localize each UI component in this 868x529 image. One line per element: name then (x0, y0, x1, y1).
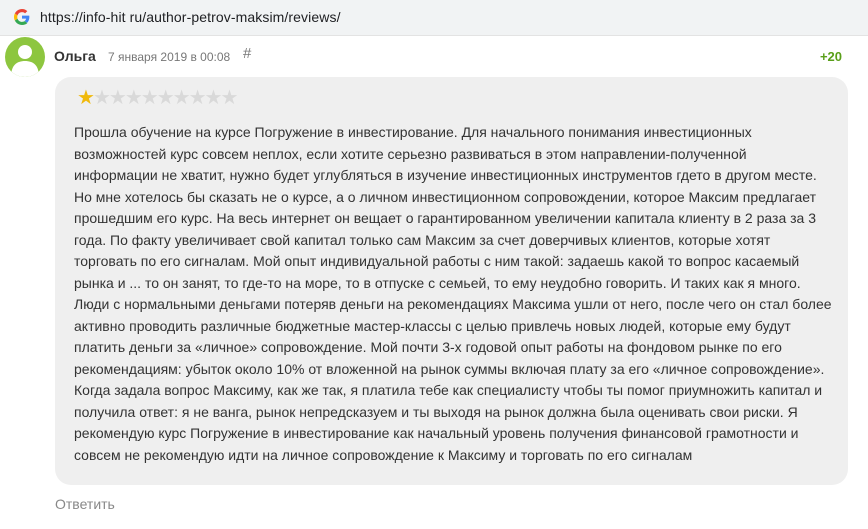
address-bar[interactable]: https://info-hit ru/author-petrov-maksim… (0, 0, 868, 36)
star-empty-icon: ★ (140, 87, 159, 109)
avatar (5, 37, 45, 77)
star-empty-icon: ★ (108, 87, 127, 109)
reply-link[interactable]: Ответить (55, 496, 115, 512)
google-g-icon (14, 9, 30, 25)
comment-author[interactable]: Ольга (54, 48, 96, 64)
comment-date: 7 января 2019 в 00:08 (108, 50, 231, 64)
star-empty-icon: ★ (220, 87, 238, 109)
star-empty-icon: ★ (156, 87, 175, 109)
user-silhouette-icon (11, 45, 39, 77)
star-empty-icon: ★ (124, 87, 143, 109)
comment-permalink[interactable]: # (243, 45, 251, 62)
star-filled-icon: ★ (77, 87, 95, 109)
url-text[interactable]: https://info-hit ru/author-petrov-maksim… (40, 9, 341, 25)
star-empty-icon: ★ (92, 87, 111, 109)
star-empty-icon: ★ (172, 87, 191, 109)
review-text: Прошла обучение на курсе Погружение в ин… (74, 124, 832, 463)
star-empty-icon: ★ (204, 87, 223, 109)
rating-stars: ★★★★★★★★★★ (77, 87, 238, 109)
star-empty-icon: ★ (188, 87, 207, 109)
comment-score: +20 (819, 49, 842, 64)
